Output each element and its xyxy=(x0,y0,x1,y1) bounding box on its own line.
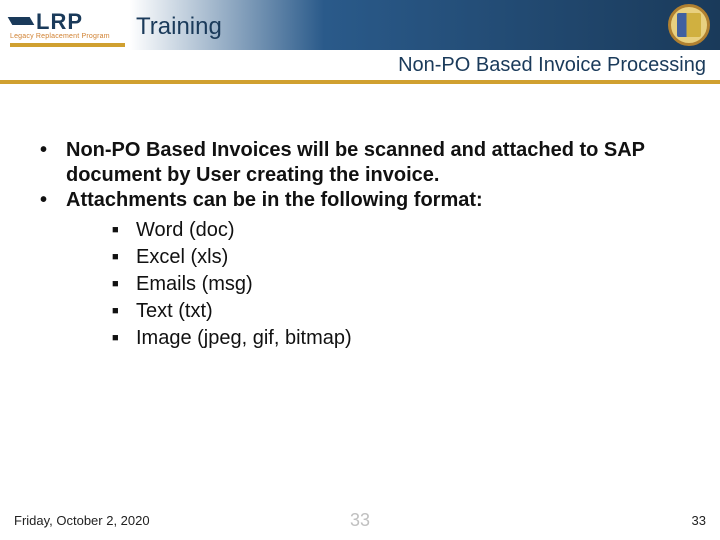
square-bullet-icon: ■ xyxy=(112,217,122,244)
bullet-text: Attachments can be in the following form… xyxy=(66,188,483,213)
bullet-list: • Non-PO Based Invoices will be scanned … xyxy=(40,138,680,213)
bullet-mark-icon: • xyxy=(40,138,52,188)
footer-center-number: 33 xyxy=(350,510,370,531)
square-bullet-icon: ■ xyxy=(112,325,122,352)
sub-bullet-item: ■ Emails (msg) xyxy=(112,271,680,298)
sub-bullet-item: ■ Word (doc) xyxy=(112,217,680,244)
seal-inner-icon xyxy=(677,13,701,37)
sub-bullet-item: ■ Excel (xls) xyxy=(112,244,680,271)
footer-page-number: 33 xyxy=(692,513,706,528)
sub-bullet-text: Image (jpeg, gif, bitmap) xyxy=(136,325,352,352)
subtitle-bar: Non-PO Based Invoice Processing xyxy=(0,50,720,80)
header-bar: LRP Legacy Replacement Program Training xyxy=(0,0,720,50)
square-bullet-icon: ■ xyxy=(112,298,122,325)
seal-icon xyxy=(668,4,710,46)
sub-bullet-text: Emails (msg) xyxy=(136,271,253,298)
sub-bullet-text: Text (txt) xyxy=(136,298,213,325)
footer: Friday, October 2, 2020 33 33 xyxy=(14,513,706,528)
content-area: • Non-PO Based Invoices will be scanned … xyxy=(0,84,720,352)
logo-text: LRP xyxy=(36,9,83,35)
sub-bullet-text: Word (doc) xyxy=(136,217,235,244)
bullet-item: • Attachments can be in the following fo… xyxy=(40,188,680,213)
header-title: Training xyxy=(130,9,222,41)
slide-subtitle: Non-PO Based Invoice Processing xyxy=(398,54,706,77)
sub-bullet-list: ■ Word (doc) ■ Excel (xls) ■ Emails (msg… xyxy=(112,217,680,352)
logo-swoosh-icon xyxy=(10,15,32,29)
square-bullet-icon: ■ xyxy=(112,244,122,271)
bullet-item: • Non-PO Based Invoices will be scanned … xyxy=(40,138,680,188)
sub-bullet-text: Excel (xls) xyxy=(136,244,228,271)
footer-date: Friday, October 2, 2020 xyxy=(14,513,150,528)
logo-subtext: Legacy Replacement Program xyxy=(10,33,130,40)
logo-block: LRP Legacy Replacement Program xyxy=(0,3,130,47)
logo-top: LRP xyxy=(10,9,130,35)
sub-bullet-item: ■ Image (jpeg, gif, bitmap) xyxy=(112,325,680,352)
bullet-mark-icon: • xyxy=(40,188,52,213)
bullet-text: Non-PO Based Invoices will be scanned an… xyxy=(66,138,680,188)
square-bullet-icon: ■ xyxy=(112,271,122,298)
logo-underline xyxy=(10,43,125,47)
sub-bullet-item: ■ Text (txt) xyxy=(112,298,680,325)
